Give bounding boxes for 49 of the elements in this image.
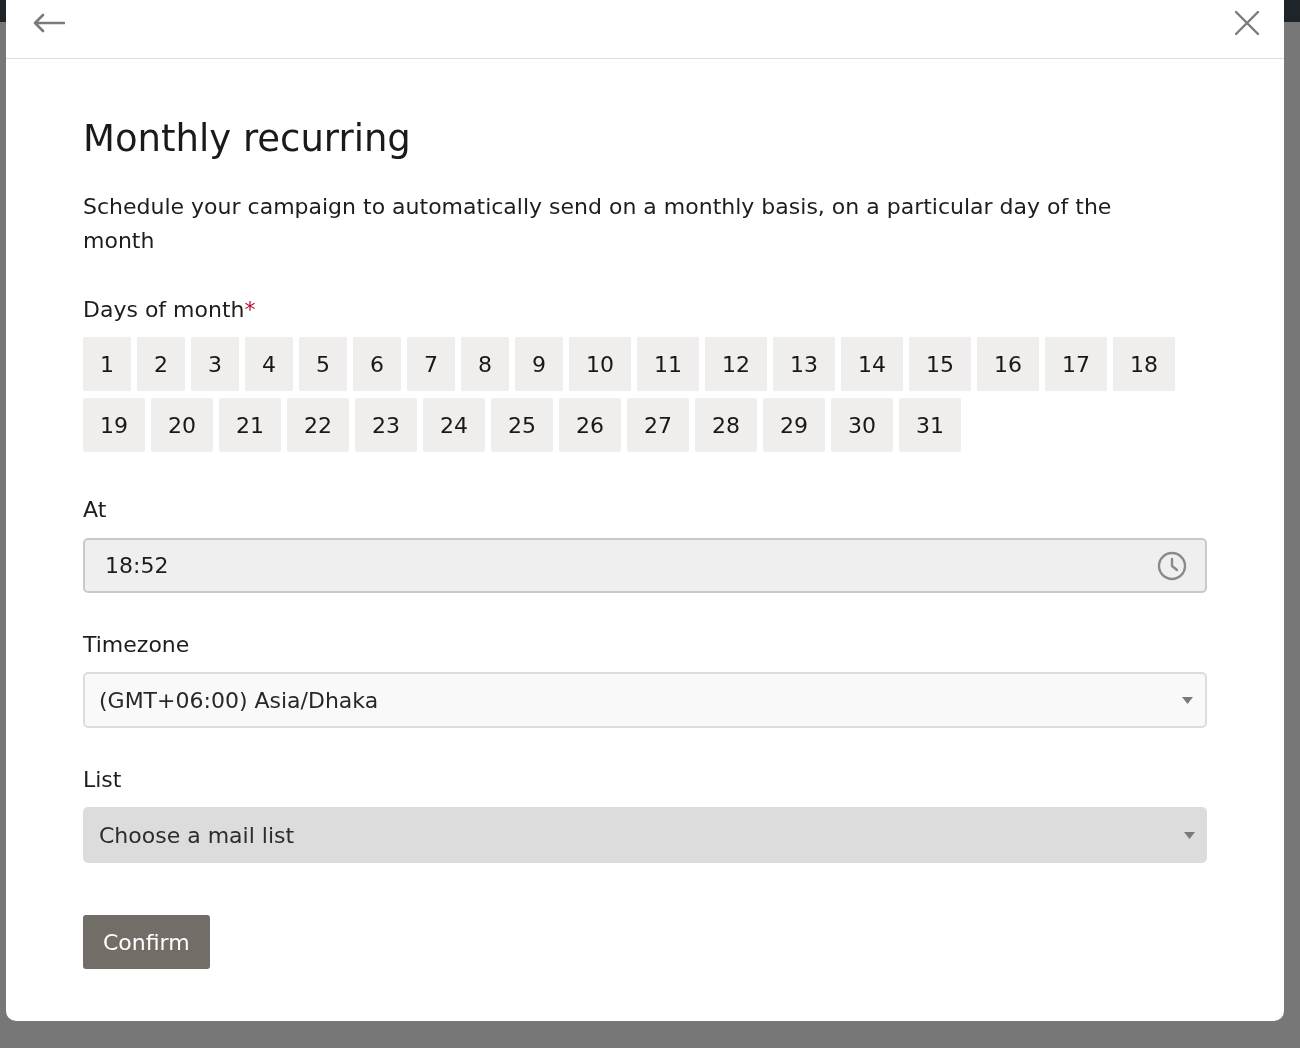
dialog-title: Monthly recurring <box>83 119 411 159</box>
day-option[interactable]: 29 <box>763 398 825 452</box>
field-label: List <box>83 766 122 794</box>
day-option[interactable]: 7 <box>407 337 455 391</box>
field-label: Days of month <box>83 296 245 324</box>
caret-icon <box>1182 696 1193 704</box>
field-label: Timezone <box>83 631 190 659</box>
day-option[interactable]: 26 <box>559 398 621 452</box>
day-option[interactable]: 21 <box>219 398 281 452</box>
day-option[interactable]: 23 <box>355 398 417 452</box>
day-option[interactable]: 1 <box>83 337 131 391</box>
day-option[interactable]: 8 <box>461 337 509 391</box>
day-option[interactable]: 6 <box>353 337 401 391</box>
day-option[interactable]: 16 <box>977 337 1039 391</box>
day-option[interactable]: 24 <box>423 398 485 452</box>
mail-list-select[interactable]: Choose a mail list <box>83 807 1207 863</box>
day-option[interactable]: 11 <box>637 337 699 391</box>
close-button[interactable] <box>1234 10 1260 36</box>
day-option[interactable]: 14 <box>841 337 903 391</box>
day-option[interactable]: 28 <box>695 398 757 452</box>
timezone-select[interactable]: (GMT+06:00) Asia/Dhaka <box>83 672 1207 728</box>
day-option[interactable]: 2 <box>137 337 185 391</box>
close-icon <box>1235 11 1259 35</box>
day-option[interactable]: 20 <box>151 398 213 452</box>
field-label: At <box>83 496 107 524</box>
day-option[interactable]: 22 <box>287 398 349 452</box>
day-option[interactable]: 3 <box>191 337 239 391</box>
day-option[interactable]: 4 <box>245 337 293 391</box>
description-text: Schedule your campaign to automatically send on a monthly basis, on a particular day of the month <box>83 193 1113 255</box>
day-option[interactable]: 9 <box>515 337 563 391</box>
day-option[interactable]: 31 <box>899 398 961 452</box>
day-option[interactable]: 18 <box>1113 337 1175 391</box>
back-button[interactable] <box>32 11 65 35</box>
day-option[interactable]: 25 <box>491 398 553 452</box>
day-option[interactable]: 10 <box>569 337 631 391</box>
day-option[interactable]: 5 <box>299 337 347 391</box>
day-option[interactable]: 19 <box>83 398 145 452</box>
day-option[interactable]: 27 <box>627 398 689 452</box>
back-arrow-icon <box>32 13 65 33</box>
required-asterisk: * <box>244 296 256 324</box>
time-field[interactable]: 18:52 <box>83 538 1207 593</box>
day-option[interactable]: 13 <box>773 337 835 391</box>
day-option[interactable]: 15 <box>909 337 971 391</box>
caret-icon <box>1184 831 1195 839</box>
day-option[interactable]: 30 <box>831 398 893 452</box>
day-option[interactable]: 12 <box>705 337 767 391</box>
day-option[interactable]: 17 <box>1045 337 1107 391</box>
confirm-button[interactable]: Confirm <box>83 915 210 969</box>
clock-icon <box>1157 550 1187 581</box>
